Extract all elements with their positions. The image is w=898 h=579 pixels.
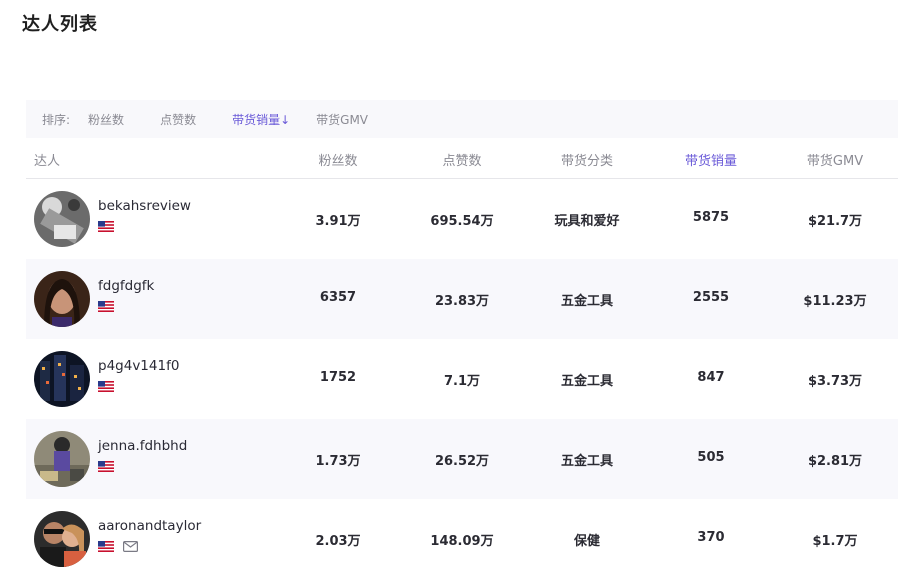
header-category: 带货分类 <box>560 154 614 169</box>
followers-value: 1752 <box>319 370 357 385</box>
mail-icon[interactable] <box>123 541 138 552</box>
creator-name[interactable]: jenna.fdhbhd <box>98 438 187 454</box>
avatar[interactable] <box>34 431 90 487</box>
table-row[interactable]: jenna.fdhbhd 1.73万 26.52万 五金工具 505 $2.81… <box>26 419 898 499</box>
header-creator: 达人 <box>34 154 61 169</box>
category-value: 五金工具 <box>560 374 614 389</box>
avatar[interactable] <box>34 191 90 247</box>
table-header: 达人 粉丝数 点赞数 带货分类 带货销量 带货GMV <box>26 138 898 179</box>
likes-value: 26.52万 <box>434 454 490 469</box>
gmv-value: $1.7万 <box>812 534 858 549</box>
header-sales[interactable]: 带货销量 <box>685 150 737 169</box>
sales-value: 370 <box>697 530 725 545</box>
table-row[interactable]: p4g4v141f0 1752 7.1万 五金工具 847 $3.73万 <box>26 339 898 419</box>
sales-value: 847 <box>697 370 725 385</box>
avatar[interactable] <box>34 511 90 567</box>
sort-bar: 排序: 粉丝数 点赞数 带货销量↓ 带货GMV <box>26 100 898 138</box>
followers-value: 1.73万 <box>315 454 361 469</box>
creator-name[interactable]: fdgfdgfk <box>98 278 154 294</box>
gmv-value: $21.7万 <box>807 214 863 229</box>
gmv-value: $2.81万 <box>807 454 863 469</box>
likes-value: 148.09万 <box>430 534 494 549</box>
sales-value: 5875 <box>692 210 730 225</box>
avatar[interactable] <box>34 351 90 407</box>
page-title: 达人列表 <box>22 14 98 35</box>
likes-value: 695.54万 <box>430 214 494 229</box>
table-body: bekahsreview 3.91万 695.54万 玩具和爱好 5875 $2… <box>26 179 898 579</box>
sort-option-sales[interactable]: 带货销量↓ <box>232 111 290 128</box>
category-value: 五金工具 <box>560 454 614 469</box>
creator-name[interactable]: p4g4v141f0 <box>98 358 179 374</box>
creator-name[interactable]: aaronandtaylor <box>98 518 201 534</box>
sort-option-followers[interactable]: 粉丝数 <box>88 111 124 128</box>
creator-name[interactable]: bekahsreview <box>98 198 191 214</box>
sort-label: 排序: <box>42 112 71 127</box>
likes-value: 7.1万 <box>443 374 481 389</box>
followers-value: 6357 <box>319 290 357 305</box>
sort-option-gmv[interactable]: 带货GMV <box>316 111 368 128</box>
followers-value: 2.03万 <box>315 534 361 549</box>
us-flag-icon <box>98 541 114 552</box>
sales-value: 505 <box>697 450 725 465</box>
sales-value: 2555 <box>692 290 730 305</box>
followers-value: 3.91万 <box>315 214 361 229</box>
header-gmv[interactable]: 带货GMV <box>807 150 863 169</box>
avatar[interactable] <box>34 271 90 327</box>
us-flag-icon <box>98 461 114 472</box>
us-flag-icon <box>98 221 114 232</box>
category-value: 五金工具 <box>560 294 614 309</box>
likes-value: 23.83万 <box>434 294 490 309</box>
table-row[interactable]: fdgfdgfk 6357 23.83万 五金工具 2555 $11.23万 <box>26 259 898 339</box>
table-row[interactable]: bekahsreview 3.91万 695.54万 玩具和爱好 5875 $2… <box>26 179 898 259</box>
table-row[interactable]: aaronandtaylor 2.03万 148.09万 保健 370 $1.7… <box>26 499 898 579</box>
gmv-value: $3.73万 <box>807 374 863 389</box>
us-flag-icon <box>98 301 114 312</box>
category-value: 玩具和爱好 <box>554 214 620 229</box>
category-value: 保健 <box>573 534 601 549</box>
sort-option-likes[interactable]: 点赞数 <box>160 111 196 128</box>
header-likes[interactable]: 点赞数 <box>442 150 481 169</box>
header-followers[interactable]: 粉丝数 <box>318 150 357 169</box>
us-flag-icon <box>98 381 114 392</box>
gmv-value: $11.23万 <box>803 294 867 309</box>
